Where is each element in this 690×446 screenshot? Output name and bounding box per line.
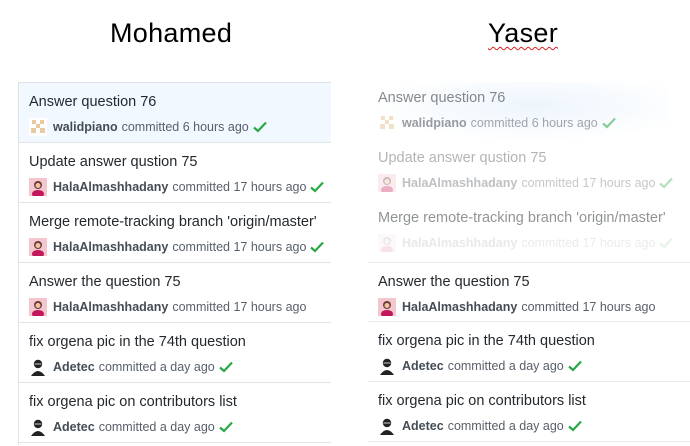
commit-message-link[interactable]: Merge remote-tracking branch 'origin/mas…	[378, 210, 666, 226]
heading-yaser-text: Yaser	[488, 18, 559, 48]
commit-row[interactable]: fix orgena pic on contributors list Adet…	[19, 383, 331, 443]
commit-message-link[interactable]: Answer question 76	[29, 94, 156, 110]
check-icon[interactable]	[310, 181, 325, 193]
check-icon[interactable]	[659, 177, 674, 189]
commit-meta: Adetec committed a day ago	[378, 357, 582, 375]
commit-time: committed 17 hours ago	[172, 300, 307, 314]
person-avatar-icon[interactable]	[29, 358, 47, 376]
commit-row[interactable]: Answer the question 75 HalaAlmashhadany …	[368, 262, 690, 322]
pixel-avatar-icon[interactable]	[29, 118, 47, 136]
commit-row[interactable]: Answer question 76 walidpiano committed …	[368, 79, 690, 139]
commit-time: committed 6 hours ago	[121, 120, 249, 134]
commit-author-link[interactable]: HalaAlmashhadany	[53, 180, 168, 194]
commit-row[interactable]: fix orgena pic on contributors list Adet…	[368, 382, 690, 442]
commit-time: committed a day ago	[447, 359, 564, 373]
commit-message-link[interactable]: Answer the question 75	[378, 274, 530, 290]
photo-avatar-icon[interactable]	[378, 234, 396, 254]
commit-meta: walidpiano committed 6 hours ago	[29, 118, 267, 136]
commit-meta: HalaAlmashhadany committed 17 hours ago	[29, 238, 325, 258]
commit-author-link[interactable]: HalaAlmashhadany	[402, 236, 517, 250]
commit-time: committed 17 hours ago	[172, 240, 307, 254]
commit-row[interactable]: fix orgena pic in the 74th question Adet…	[368, 322, 690, 382]
commit-message-link[interactable]: fix orgena pic on contributors list	[29, 394, 237, 410]
commit-time: committed a day ago	[98, 420, 215, 434]
check-icon[interactable]	[659, 237, 674, 249]
commit-row[interactable]: Merge remote-tracking branch 'origin/mas…	[19, 203, 331, 263]
commit-time: committed 17 hours ago	[521, 176, 656, 190]
commit-list-mohamed: Answer question 76 walidpiano committed …	[18, 82, 331, 445]
commit-row[interactable]: Answer the question 75 HalaAlmashhadany …	[19, 263, 331, 323]
commit-author-link[interactable]: HalaAlmashhadany	[402, 176, 517, 190]
commit-meta: Adetec committed a day ago	[378, 417, 582, 435]
commit-row[interactable]: Merge remote-tracking branch 'origin/mas…	[368, 199, 690, 259]
commit-author-link[interactable]: Adetec	[53, 360, 95, 374]
commit-author-link[interactable]: walidpiano	[402, 116, 467, 130]
photo-avatar-icon[interactable]	[29, 238, 47, 258]
person-avatar-icon[interactable]	[378, 357, 396, 375]
commit-message-link[interactable]: Answer question 76	[378, 90, 505, 106]
commit-message-link[interactable]: fix orgena pic in the 74th question	[29, 334, 246, 350]
commit-author-link[interactable]: Adetec	[402, 419, 444, 433]
commit-author-link[interactable]: walidpiano	[53, 120, 118, 134]
pixel-avatar-icon[interactable]	[378, 114, 396, 132]
commit-row[interactable]: Update answer qustion 75 HalaAlmashhadan…	[368, 139, 690, 199]
commit-time: committed 17 hours ago	[521, 300, 656, 314]
commit-author-link[interactable]: HalaAlmashhadany	[53, 300, 168, 314]
person-avatar-icon[interactable]	[29, 418, 47, 436]
commit-meta: HalaAlmashhadany committed 17 hours ago	[378, 174, 674, 194]
check-icon[interactable]	[219, 361, 233, 373]
commit-message-link[interactable]: fix orgena pic on contributors list	[378, 393, 586, 409]
commit-meta: walidpiano committed 6 hours ago	[378, 114, 616, 132]
commit-author-link[interactable]: HalaAlmashhadany	[402, 300, 517, 314]
heading-yaser: Yaser	[488, 18, 558, 49]
commit-message-link[interactable]: Update answer qustion 75	[29, 154, 197, 170]
commit-meta: HalaAlmashhadany committed 17 hours ago	[378, 298, 656, 318]
commit-meta: HalaAlmashhadany committed 17 hours ago	[29, 178, 325, 198]
photo-avatar-icon[interactable]	[29, 298, 47, 318]
commit-author-link[interactable]: HalaAlmashhadany	[53, 240, 168, 254]
commit-meta: Adetec committed a day ago	[29, 358, 233, 376]
commit-row[interactable]: Update answer qustion 75 HalaAlmashhadan…	[19, 143, 331, 203]
check-icon[interactable]	[253, 121, 267, 133]
check-icon[interactable]	[568, 360, 582, 372]
commit-time: committed 17 hours ago	[521, 236, 656, 250]
photo-avatar-icon[interactable]	[378, 174, 396, 194]
photo-avatar-icon[interactable]	[378, 298, 396, 318]
check-icon[interactable]	[310, 241, 325, 253]
check-icon[interactable]	[219, 421, 233, 433]
commit-author-link[interactable]: Adetec	[402, 359, 444, 373]
person-avatar-icon[interactable]	[378, 417, 396, 435]
commit-time: committed a day ago	[98, 360, 215, 374]
check-icon[interactable]	[568, 420, 582, 432]
commit-time: committed 17 hours ago	[172, 180, 307, 194]
commit-meta: Adetec committed a day ago	[29, 418, 233, 436]
commit-meta: HalaAlmashhadany committed 17 hours ago	[378, 234, 674, 254]
heading-mohamed: Mohamed	[110, 18, 233, 48]
commit-time: committed 6 hours ago	[470, 116, 598, 130]
check-icon[interactable]	[602, 117, 616, 129]
commit-time: committed a day ago	[447, 419, 564, 433]
commit-message-link[interactable]: Merge remote-tracking branch 'origin/mas…	[29, 214, 317, 230]
commit-message-link[interactable]: Answer the question 75	[29, 274, 181, 290]
photo-avatar-icon[interactable]	[29, 178, 47, 198]
commit-author-link[interactable]: Adetec	[53, 420, 95, 434]
commit-message-link[interactable]: fix orgena pic in the 74th question	[378, 333, 595, 349]
commit-row[interactable]: fix orgena pic in the 74th question Adet…	[19, 323, 331, 383]
commit-meta: HalaAlmashhadany committed 17 hours ago	[29, 298, 307, 318]
commit-list-yaser: Answer question 76 walidpiano committed …	[368, 82, 690, 444]
commit-row[interactable]: Answer question 76 walidpiano committed …	[19, 83, 331, 143]
commit-message-link[interactable]: Update answer qustion 75	[378, 150, 546, 166]
